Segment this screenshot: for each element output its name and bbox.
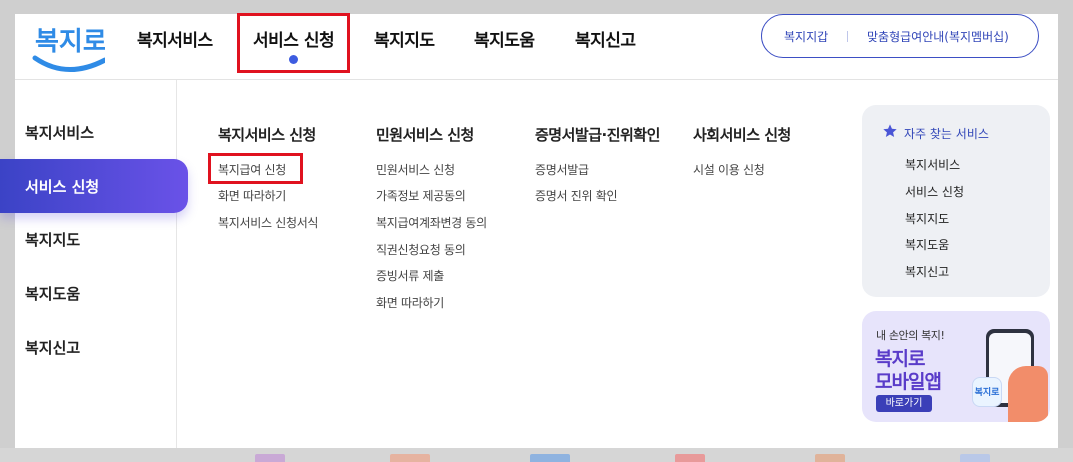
sidebar-item-welfare-report[interactable]: 복지신고 [25, 337, 80, 358]
active-nav-dot [289, 55, 298, 64]
link-ex-officio-consent[interactable]: 직권신청요청 동의 [376, 241, 466, 258]
membership-link[interactable]: 맞춤형급여안내(복지멤버십) [867, 28, 1009, 45]
banner-tagline: 내 손안의 복지! [876, 329, 945, 342]
selected-link-highlight [208, 153, 303, 184]
column-title-certificate: 증명서발급·진위확인 [535, 126, 660, 144]
app-icon: 복지로 [972, 377, 1002, 407]
frequent-services-box: 자주 찾는 서비스 복지서비스 서비스 신청 복지지도 복지도움 복지신고 [862, 105, 1050, 297]
link-screen-guide-civil[interactable]: 화면 따라하기 [376, 294, 444, 311]
logo-text: 복지로 [35, 27, 105, 57]
link-account-change-consent[interactable]: 복지급여계좌변경 동의 [376, 214, 487, 231]
link-civil-service-apply[interactable]: 민원서비스 신청 [376, 161, 455, 178]
frequent-link-welfare-help[interactable]: 복지도움 [905, 236, 949, 253]
page-backdrop [0, 0, 1073, 14]
gnb-welfare-report[interactable]: 복지신고 [575, 26, 636, 51]
frequent-link-welfare-service[interactable]: 복지서비스 [905, 156, 960, 173]
link-certificate-verify[interactable]: 증명서 진위 확인 [535, 187, 618, 204]
utility-links: 복지지갑 맞춤형급여안내(복지멤버십) [761, 14, 1039, 58]
column-title-social-service: 사회서비스 신청 [693, 126, 791, 144]
frequent-services-title: 자주 찾는 서비스 [904, 127, 989, 141]
background-page-peek [0, 448, 1073, 462]
frequent-link-service-apply[interactable]: 서비스 신청 [905, 183, 964, 200]
banner-title-line2: 모바일앱 [875, 371, 942, 393]
frequent-link-welfare-report[interactable]: 복지신고 [905, 263, 949, 280]
site-header: 복지로 복지서비스 서비스 신청 복지지도 복지도움 복지신고 복지지갑 맞춤형… [15, 13, 1058, 80]
mobile-app-banner[interactable]: 내 손안의 복지! 복지로 모바일앱 바로가기 복지로 [862, 311, 1050, 422]
column-title-civil-service: 민원서비스 신청 [376, 126, 474, 144]
gnb-welfare-map[interactable]: 복지지도 [374, 26, 435, 51]
link-facility-apply[interactable]: 시설 이용 신청 [693, 161, 765, 178]
sidebar-item-welfare-map[interactable]: 복지지도 [25, 229, 80, 250]
welfare-wallet-link[interactable]: 복지지갑 [784, 28, 828, 45]
sidebar-item-welfare-service[interactable]: 복지서비스 [25, 122, 94, 143]
util-divider [847, 31, 848, 42]
bokjiro-logo[interactable]: 복지로 [27, 14, 108, 76]
column-title-welfare-apply: 복지서비스 신청 [218, 126, 316, 144]
frequent-link-welfare-map[interactable]: 복지지도 [905, 210, 949, 227]
star-icon [883, 124, 897, 137]
link-application-forms[interactable]: 복지서비스 신청서식 [218, 214, 318, 231]
link-screen-guide[interactable]: 화면 따라하기 [218, 187, 286, 204]
link-family-info-consent[interactable]: 가족정보 제공동의 [376, 187, 466, 204]
link-certificate-issue[interactable]: 증명서발급 [535, 161, 589, 178]
link-document-submit[interactable]: 증빙서류 제출 [376, 267, 444, 284]
sidebar-item-service-apply[interactable]: 서비스 신청 [0, 159, 188, 213]
sidebar: 복지서비스 복지지도 복지도움 복지신고 [15, 80, 177, 448]
hand-illustration-icon [1008, 366, 1048, 422]
gnb-welfare-service[interactable]: 복지서비스 [137, 26, 213, 51]
gnb-welfare-help[interactable]: 복지도움 [474, 26, 535, 51]
active-nav-highlight [237, 13, 350, 73]
sidebar-item-label: 서비스 신청 [25, 178, 100, 196]
banner-go-button[interactable]: 바로가기 [876, 395, 932, 412]
sidebar-item-welfare-help[interactable]: 복지도움 [25, 283, 80, 304]
